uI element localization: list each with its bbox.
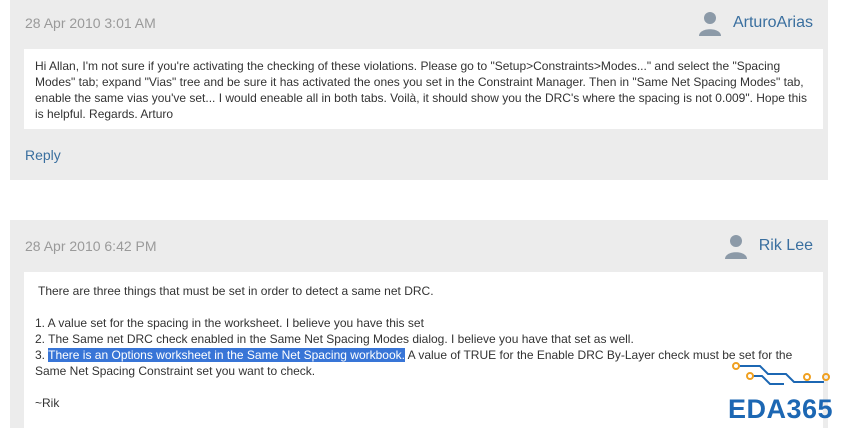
list-item-number: 3. xyxy=(35,348,49,362)
site-logo: EDA365 xyxy=(726,360,844,426)
author-name: ArturoArias xyxy=(732,14,813,31)
author-name: Rik Lee xyxy=(758,237,813,254)
logo-text: EDA365 xyxy=(728,394,834,424)
author-link[interactable]: ArturoArias xyxy=(695,8,813,38)
post-date: 28 Apr 2010 3:01 AM xyxy=(25,15,156,31)
comment-body: Hi Allan, I'm not sure if you're activat… xyxy=(24,49,823,129)
list-item: 2. The Same net DRC check enabled in the… xyxy=(35,332,634,346)
reply-link[interactable]: Reply xyxy=(25,147,61,163)
intro-text: There are three things that must be set … xyxy=(38,284,434,298)
circuit-trace-icon xyxy=(732,362,830,385)
comment-header: 28 Apr 2010 3:01 AM ArturoArias xyxy=(10,0,828,46)
selected-text[interactable]: There is an Options worksheet in the Sam… xyxy=(48,348,405,362)
list-item: 1. A value set for the spacing in the wo… xyxy=(35,316,424,330)
author-link[interactable]: Rik Lee xyxy=(721,231,813,261)
post-date: 28 Apr 2010 6:42 PM xyxy=(25,238,157,254)
user-avatar-icon xyxy=(695,8,725,38)
signoff-text: ~Rik xyxy=(35,396,60,410)
comment-header: 28 Apr 2010 6:42 PM Rik Lee xyxy=(10,220,828,266)
comment-body: There are three things that must be set … xyxy=(24,272,823,428)
comment-card: 28 Apr 2010 3:01 AM ArturoArias Hi Allan… xyxy=(10,0,828,180)
user-avatar-icon xyxy=(721,231,751,261)
comment-card: 28 Apr 2010 6:42 PM Rik Lee There are th… xyxy=(10,220,828,428)
list-item: 3. There is an Options worksheet in the … xyxy=(35,347,812,379)
